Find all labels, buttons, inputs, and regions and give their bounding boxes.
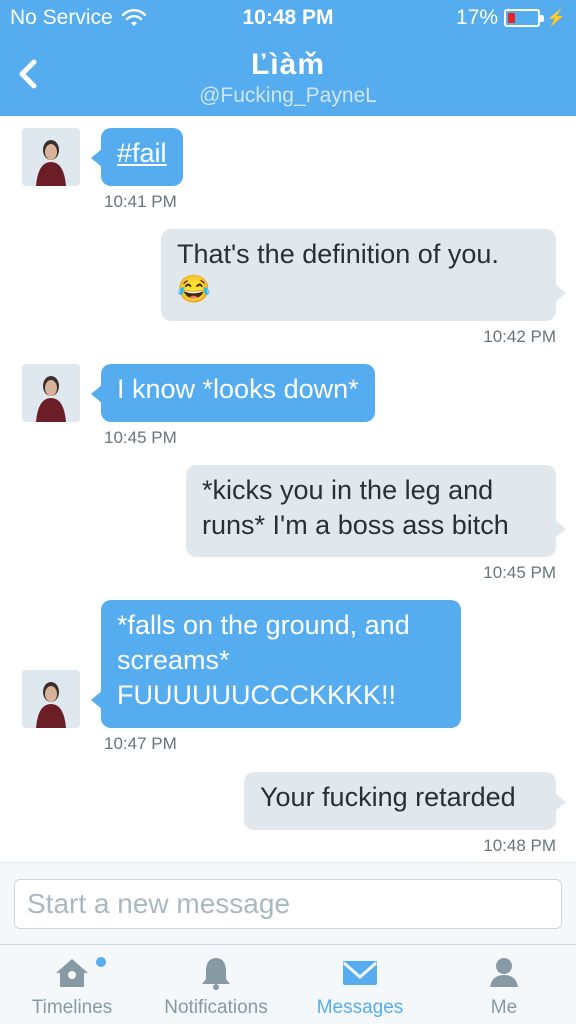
message-text-line: *kicks you in the leg and <box>202 475 494 505</box>
avatar[interactable] <box>22 670 80 728</box>
message-bubble-incoming[interactable]: I know *looks down* <box>91 364 375 422</box>
message-text: I know *looks down* <box>117 374 359 404</box>
tab-bar: Timelines Notifications Messages Me <box>0 944 576 1024</box>
message-bubble-outgoing[interactable]: That's the definition of you. 😂 <box>161 229 566 321</box>
nav-header: No Service 10:48 PM 17% ⚡ Ľìàm̌ @Fucking… <box>0 0 576 116</box>
message-bubble-incoming[interactable]: *falls on the ground, and screams* FUUUU… <box>91 600 461 728</box>
tab-notifications[interactable]: Notifications <box>144 945 288 1024</box>
tab-me[interactable]: Me <box>432 945 576 1024</box>
unread-dot <box>96 957 106 967</box>
battery-icon <box>504 9 545 27</box>
message-text: That's the definition of you. <box>177 239 499 269</box>
message-bubble-outgoing[interactable]: Your fucking retarded <box>244 772 566 830</box>
message-timestamp: 10:42 PM <box>483 327 556 346</box>
home-icon <box>56 959 88 987</box>
charging-icon: ⚡ <box>546 10 566 27</box>
tab-label: Timelines <box>31 997 113 1018</box>
conversation-handle: @Fucking_PayneL <box>199 84 377 107</box>
message-bubble-outgoing[interactable]: *kicks you in the leg and runs* I'm a bo… <box>186 465 566 557</box>
message-text-line: screams* <box>117 645 230 675</box>
message-timestamp: 10:45 PM <box>104 428 177 447</box>
message-timestamp: 10:48 PM <box>483 836 556 855</box>
tears-of-joy-emoji: 😂 <box>177 274 211 304</box>
conversation-title: Ľìàm̌ <box>250 48 326 81</box>
message-text: Your fucking retarded <box>260 782 516 812</box>
message-text-line: FUUUUUUCCCKKKK!! <box>117 680 397 710</box>
message-composer <box>0 862 576 944</box>
tab-messages[interactable]: Messages <box>288 945 432 1024</box>
message-bubble-incoming[interactable]: #fail <box>91 128 183 186</box>
message-timestamp: 10:45 PM <box>483 563 556 582</box>
avatar[interactable] <box>22 128 80 186</box>
message-text-line: *falls on the ground, and <box>117 610 410 640</box>
hashtag-link[interactable]: #fail <box>117 138 167 168</box>
person-icon <box>490 958 518 987</box>
envelope-icon <box>343 961 377 985</box>
battery-percent: 17% <box>456 6 499 29</box>
message-thread[interactable]: #fail 10:41 PM That's the definition of … <box>0 116 576 862</box>
tab-label: Me <box>490 997 518 1018</box>
bell-icon <box>202 958 230 990</box>
message-timestamp: 10:41 PM <box>104 192 177 211</box>
tab-timelines[interactable]: Timelines <box>0 945 144 1024</box>
message-timestamp: 10:47 PM <box>104 734 177 753</box>
tab-label: Notifications <box>164 997 268 1018</box>
new-message-input[interactable] <box>14 879 562 929</box>
status-bar: No Service 10:48 PM 17% ⚡ <box>0 6 576 32</box>
message-text-line: runs* I'm a boss ass bitch <box>202 510 509 540</box>
avatar[interactable] <box>22 364 80 422</box>
tab-label: Messages <box>316 997 404 1018</box>
